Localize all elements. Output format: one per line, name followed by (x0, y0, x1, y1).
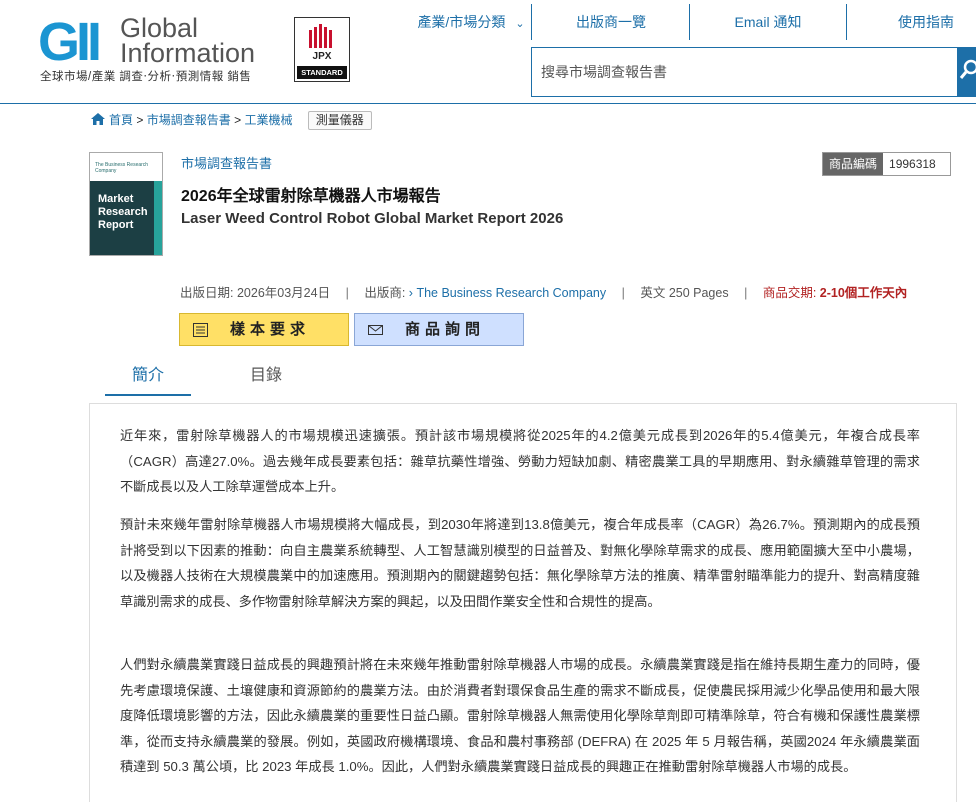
pub-date-label: 出版日期: (180, 286, 234, 300)
jpx-standard-badge: JPX STANDARD (294, 17, 350, 82)
report-cover-image: The Business Research Company Market Res… (89, 152, 163, 256)
nav-user-guide[interactable]: 使用指南 (871, 0, 976, 40)
nav-industry-category[interactable]: 產業/市場分類 ⌄ (406, 0, 536, 40)
nav-email-alert[interactable]: Email 通知 (708, 0, 828, 40)
request-sample-label: 樣本要求 (230, 321, 311, 338)
breadcrumb-separator: > (234, 113, 242, 127)
nav-divider (689, 4, 690, 40)
chevron-down-icon: ⌄ (515, 18, 525, 30)
search-input[interactable] (532, 48, 960, 96)
nav-divider (531, 4, 532, 40)
jpx-sub-label: STANDARD (297, 66, 347, 79)
breadcrumb-separator: > (136, 113, 144, 127)
logo-mark: GII (38, 12, 102, 72)
request-sample-button[interactable]: 樣本要求 (179, 313, 349, 346)
tab-summary[interactable]: 簡介 (105, 362, 191, 396)
report-title-en: Laser Weed Control Robot Global Market R… (181, 210, 564, 227)
breadcrumb-industrial-machinery[interactable]: 工業機械 (244, 113, 292, 127)
breadcrumb-home[interactable]: 首頁 (109, 113, 133, 127)
logo-line2: Information (120, 38, 256, 68)
search-button[interactable] (957, 47, 976, 97)
cover-brand: The Business Research Company (95, 162, 149, 174)
summary-paragraph: 近年來，雷射除草機器人的市場規模迅速擴張。預計該市場規模將從2025年的4.2億… (120, 428, 920, 494)
logo-tagline: 全球市場/產業 調查‧分析‧預測情報 銷售 (40, 71, 252, 83)
delivery-time: 2-10個工作天內 (819, 286, 908, 300)
meta-divider: | (621, 286, 625, 300)
site-header: GII Global Information 全球市場/產業 調查‧分析‧預測情… (0, 0, 976, 104)
breadcrumb: 首頁 > 市場調查報告書 > 工業機械 測量儀器 (91, 110, 372, 132)
publisher-link[interactable]: The Business Research Company (416, 286, 606, 300)
meta-divider: | (744, 286, 748, 300)
breadcrumb-market-reports[interactable]: 市場調查報告書 (147, 113, 231, 127)
pub-date: 2026年03月24日 (236, 286, 331, 300)
list-icon (193, 323, 208, 337)
product-inquiry-button[interactable]: 商品詢問 (354, 313, 524, 346)
tab-table-of-contents[interactable]: 目錄 (223, 362, 309, 396)
product-code-value: 1996318 (883, 153, 950, 175)
product-code-box: 商品編碼 1996318 (822, 152, 951, 176)
report-title-zh: 2026年全球雷射除草機器人市場報告 (181, 188, 441, 205)
search-box (531, 47, 961, 97)
publisher-label: 出版商: (364, 286, 406, 300)
cover-title: Market Research Report (98, 193, 148, 231)
breadcrumb-tag-measuring-instruments[interactable]: 測量儀器 (307, 111, 372, 130)
home-icon (91, 113, 105, 125)
page-count: 英文 250 Pages (640, 286, 729, 300)
cover-top-band: The Business Research Company (90, 153, 162, 181)
logo-wordmark: Global Information (120, 15, 256, 68)
top-navigation: 產業/市場分類 ⌄ 出版商一覽 Email 通知 使用指南 (386, 0, 976, 44)
meta-divider: | (345, 286, 349, 300)
summary-paragraph: 預計未來幾年雷射除草機器人市場規模將大幅成長，到2030年將達到13.8億美元，… (120, 517, 920, 609)
summary-paragraph: 人們對永續農業實踐日益成長的興趣預計將在未來幾年推動雷射除草機器人市場的成長。永… (120, 657, 920, 774)
product-inquiry-label: 商品詢問 (405, 321, 486, 338)
jpx-logo-icon (309, 24, 332, 48)
search-icon (959, 59, 976, 79)
nav-industry-label: 產業/市場分類 (417, 14, 506, 30)
delivery-label: 商品交期: (762, 286, 817, 300)
nav-publishers[interactable]: 出版商一覽 (551, 0, 671, 40)
nav-divider (846, 4, 847, 40)
report-meta-line: 出版日期: 2026年03月24日 | 出版商: › The Business … (180, 282, 907, 301)
chevron-right-icon: › (408, 286, 413, 300)
product-code-label: 商品編碼 (823, 153, 884, 175)
envelope-icon (368, 325, 383, 335)
cover-accent-stripe (154, 181, 162, 255)
jpx-label: JPX (312, 51, 332, 62)
gii-logo[interactable]: GII Global Information 全球市場/產業 調查‧分析‧預測情… (38, 14, 268, 86)
summary-panel: 近年來，雷射除草機器人的市場規模迅速擴張。預計該市場規模將從2025年的4.2億… (89, 403, 957, 802)
report-type-link[interactable]: 市場調查報告書 (181, 153, 272, 172)
